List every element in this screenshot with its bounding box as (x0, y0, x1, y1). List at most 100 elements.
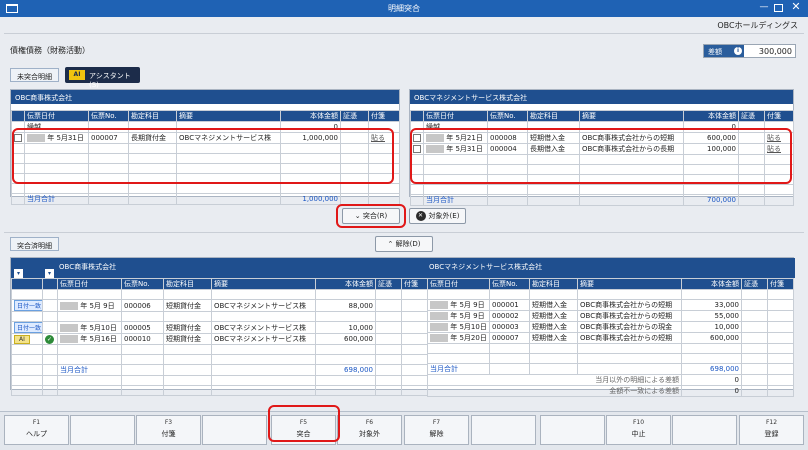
row-date: 年 5月 9日 (80, 301, 115, 310)
col-date[interactable]: 伝票日付 (24, 110, 89, 122)
f10-cancel-button[interactable]: F10 中止 (606, 415, 671, 445)
col-date[interactable]: 伝票日付 (427, 278, 490, 290)
col-attach[interactable]: 証憑 (340, 110, 369, 122)
row-memo: OBC商事株式会社からの短期 (577, 332, 682, 344)
info-icon[interactable]: i (734, 47, 742, 55)
col-account[interactable]: 勘定科目 (529, 278, 578, 290)
f6-exclude-button[interactable]: F6 対象外 (337, 415, 402, 445)
col-memo[interactable]: 摘要 (579, 110, 684, 122)
row-memo: OBC商事株式会社からの短期 (577, 299, 682, 311)
status-dropdown-icon[interactable]: ▾ (45, 269, 54, 278)
row-account: 短期借入金 (529, 321, 578, 333)
highlight-left-rows (12, 128, 394, 184)
fkey-blank[interactable] (471, 415, 536, 445)
col-no[interactable]: 伝票No. (88, 110, 129, 122)
matched-row[interactable]: 年 5月 9日 000001 短期借入金 OBC商事株式会社からの短期 33,0… (427, 299, 794, 311)
unmatch-label: 解除(D) (395, 240, 421, 248)
company-name: OBCホールディングス (717, 21, 798, 30)
f12-register-button[interactable]: F12 登録 (739, 415, 804, 445)
col-no[interactable]: 伝票No. (487, 110, 528, 122)
maximize-icon[interactable] (774, 4, 783, 12)
table-header: 伝票日付 伝票No. 勘定科目 摘要 本体金額 証憑 付箋 (410, 110, 794, 122)
matched-row[interactable]: 日付一致 年 5月10日 000005 短期貸付金 OBCマネジメントサービス株… (11, 321, 428, 334)
exclude-button[interactable]: ✕ 対象外(E) (409, 208, 466, 224)
col-account[interactable]: 勘定科目 (527, 110, 580, 122)
row-no: 000003 (489, 321, 530, 333)
row-account: 短期借入金 (529, 332, 578, 344)
total-row: 当月合計 698,000 (11, 364, 428, 376)
total-label: 当月合計 (427, 363, 490, 375)
f3-sticky-button[interactable]: F3 付箋 (136, 415, 201, 445)
close-icon[interactable]: ✕ (789, 0, 803, 13)
total-row: 当月合計 698,000 (427, 363, 794, 375)
col-sticky[interactable]: 付箋 (764, 110, 794, 122)
f7-unmatch-button[interactable]: F7 解除 (404, 415, 469, 445)
col-sticky[interactable]: 付箋 (368, 110, 400, 122)
f1-help-button[interactable]: F1 ヘルプ (4, 415, 69, 445)
col-no[interactable]: 伝票No. (121, 278, 164, 290)
highlight-right-rows (410, 128, 792, 184)
col-sticky[interactable]: 付箋 (401, 278, 428, 290)
row-memo: OBCマネジメントサービス株 (211, 321, 316, 334)
col-no[interactable]: 伝票No. (489, 278, 530, 290)
unmatch-button[interactable]: ⌃ 解除(D) (375, 236, 433, 252)
row-date: 年 5月16日 (80, 335, 117, 343)
chevron-up-icon: ⌃ (387, 240, 394, 248)
minimize-icon[interactable]: — (757, 2, 771, 12)
tab-unmatched[interactable]: 未突合明細 (10, 68, 59, 82)
matched-row[interactable]: 年 5月 9日 000002 短期借入金 OBC商事株式会社からの短期 55,0… (427, 310, 794, 322)
row-date: 年 5月 9日 (450, 312, 485, 320)
matched-right-title: OBCマネジメントサービス株式会社 (429, 263, 543, 271)
assistant-button[interactable]: AI アシスタント(S) (65, 67, 140, 89)
row-memo: OBCマネジメントサービス株 (211, 299, 316, 312)
fkey-blank[interactable] (540, 415, 605, 445)
fkey-blank[interactable] (672, 415, 737, 445)
function-key-bar: F1 ヘルプ F3 付箋 F5 突合 F6 対象外 F7 解除 F10 中止 F12 登録 (0, 411, 808, 450)
total-row: 当月合計 1,000,000 (11, 193, 400, 205)
col-memo[interactable]: 摘要 (577, 278, 682, 290)
total-value: 698,000 (315, 364, 376, 376)
row-date: 年 5月10日 (450, 323, 487, 331)
matched-row[interactable]: 年 5月20日 000007 短期借入金 OBC商事株式会社からの短期 600,… (427, 332, 794, 344)
total-label: 当月合計 (24, 193, 89, 205)
table-header: 伝票日付 伝票No. 勘定科目 摘要 本体金額 証憑 付箋 (11, 278, 428, 290)
total-value: 1,000,000 (280, 193, 341, 205)
row-account: 短期貸付金 (163, 333, 212, 345)
table-header: 伝票日付 伝票No. 勘定科目 摘要 本体金額 証憑 付箋 (11, 110, 400, 122)
ai-badge: AI (14, 334, 30, 344)
filter-dropdown-icon[interactable]: ▾ (14, 269, 23, 278)
matched-row[interactable]: AI ✓ 年 5月16日 000010 短期貸付金 OBCマネジメントサービス株… (11, 333, 428, 345)
left-panel-title: OBC商事株式会社 (11, 90, 399, 104)
col-sticky[interactable]: 付箋 (767, 278, 794, 290)
col-memo[interactable]: 摘要 (211, 278, 316, 290)
diff-box: 差額 i 300,000 (703, 44, 796, 58)
fkey-blank[interactable] (70, 415, 135, 445)
matched-right-table: 伝票日付 伝票No. 勘定科目 摘要 本体金額 証憑 付箋 年 5月 9日 00… (427, 278, 794, 397)
ai-icon: AI (69, 70, 85, 80)
matched-row[interactable]: 日付一致 年 5月 9日 000006 短期貸付金 OBCマネジメントサービス株… (11, 299, 428, 312)
mismatch-value: 0 (681, 385, 742, 397)
col-amount[interactable]: 本体金額 (683, 110, 739, 122)
row-amount: 600,000 (315, 333, 376, 345)
col-account[interactable]: 勘定科目 (163, 278, 212, 290)
diff-value: 300,000 (758, 47, 792, 56)
col-amount[interactable]: 本体金額 (315, 278, 376, 290)
col-date[interactable]: 伝票日付 (423, 110, 488, 122)
fkey-blank[interactable] (202, 415, 267, 445)
col-account[interactable]: 勘定科目 (128, 110, 177, 122)
col-memo[interactable]: 摘要 (176, 110, 281, 122)
divider (4, 33, 804, 34)
total-row: 当月合計 700,000 (410, 194, 794, 206)
col-attach[interactable]: 証憑 (375, 278, 402, 290)
row-date: 年 5月 9日 (450, 301, 485, 309)
tab-matched[interactable]: 突合済明細 (10, 237, 59, 251)
col-attach[interactable]: 証憑 (741, 278, 768, 290)
matched-left-title: OBC商事株式会社 (59, 263, 117, 271)
col-amount[interactable]: 本体金額 (681, 278, 742, 290)
col-amount[interactable]: 本体金額 (280, 110, 341, 122)
other-diff-value: 0 (681, 374, 742, 386)
col-date[interactable]: 伝票日付 (57, 278, 122, 290)
col-attach[interactable]: 証憑 (738, 110, 765, 122)
matched-row[interactable]: 年 5月10日 000003 短期借入金 OBC商事株式会社からの現金 10,0… (427, 321, 794, 333)
exclude-label: 対象外(E) (428, 212, 460, 220)
